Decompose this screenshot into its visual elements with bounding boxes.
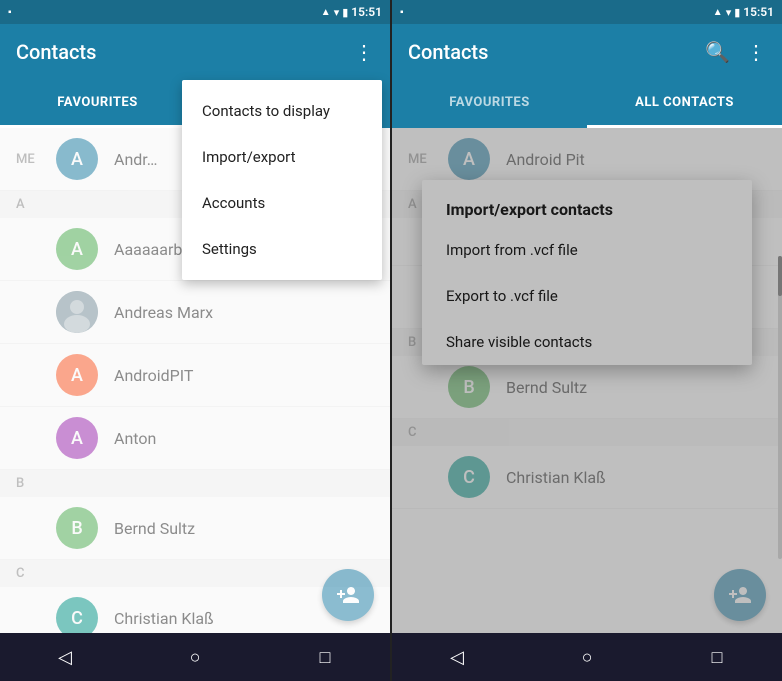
- tab-favourites-right[interactable]: FAVOURITES: [392, 80, 587, 128]
- right-tabs-bar: FAVOURITES ALL CONTACTS: [392, 80, 782, 128]
- right-app-bar: Contacts 🔍 ⋮: [392, 24, 782, 80]
- back-button-left[interactable]: ◁: [41, 633, 89, 681]
- section-header-b-left: B: [0, 470, 390, 497]
- sim-icon: ▪: [8, 7, 12, 18]
- dropdown-item-accounts[interactable]: Accounts: [182, 180, 382, 226]
- search-icon-right[interactable]: 🔍: [705, 40, 730, 64]
- contact-row-andreas[interactable]: Andreas Marx: [0, 281, 390, 344]
- more-icon[interactable]: ⋮: [354, 40, 374, 64]
- battery-icon: ▮: [342, 6, 348, 19]
- left-status-bar: ▪ ▲ ▾ ▮ 15:51: [0, 0, 390, 24]
- avatar-bernd-left: B: [56, 507, 98, 549]
- avatar-andreas: [56, 291, 98, 333]
- back-button-right[interactable]: ◁: [433, 633, 481, 681]
- right-status-bar: ▪ ▲ ▾ ▮ 15:51: [392, 0, 782, 24]
- signal-icon: ▲: [321, 7, 331, 18]
- avatar-androidpit: A: [56, 354, 98, 396]
- right-status-icons: ▪: [400, 7, 404, 18]
- recents-button-right[interactable]: □: [693, 633, 741, 681]
- left-app-bar: Contacts ⋮: [0, 24, 390, 80]
- signal-icon-right: ▲: [713, 7, 723, 18]
- left-status-icons: ▪: [8, 7, 12, 18]
- add-person-icon-left: [336, 583, 360, 607]
- right-app-title: Contacts: [408, 40, 705, 64]
- sim-icon-right: ▪: [400, 7, 404, 18]
- left-status-right: ▲ ▾ ▮ 15:51: [321, 5, 382, 19]
- left-app-title: Contacts: [16, 40, 354, 64]
- contact-row-anton-left[interactable]: A Anton: [0, 407, 390, 470]
- avatar-aaaaaarbeit: A: [56, 228, 98, 270]
- right-phone-panel: ▪ ▲ ▾ ▮ 15:51 Contacts 🔍 ⋮ FAVOURITES AL…: [392, 0, 782, 681]
- avatar-me: A: [56, 138, 98, 180]
- right-nav-bar: ◁ ○ □: [392, 633, 782, 681]
- dropdown-item-contacts-to-display[interactable]: Contacts to display: [182, 88, 382, 134]
- battery-icon-right: ▮: [734, 6, 740, 19]
- right-app-bar-icons: 🔍 ⋮: [705, 40, 766, 64]
- right-clock: 15:51: [743, 5, 774, 19]
- dropdown-item-import-export[interactable]: Import/export: [182, 134, 382, 180]
- contact-name-anton-left: Anton: [114, 429, 156, 448]
- wifi-icon-right: ▾: [726, 6, 732, 19]
- dropdown-item-settings[interactable]: Settings: [182, 226, 382, 272]
- avatar-anton-left: A: [56, 417, 98, 459]
- right-status-right: ▲ ▾ ▮ 15:51: [713, 5, 774, 19]
- contact-name-bernd-left: Bernd Sultz: [114, 519, 195, 538]
- section-me: ME: [16, 152, 40, 167]
- left-phone-panel: ▪ ▲ ▾ ▮ 15:51 Contacts ⋮ FAVOURITES ALL …: [0, 0, 390, 681]
- recents-button-left[interactable]: □: [301, 633, 349, 681]
- tab-all-contacts-right[interactable]: ALL CONTACTS: [587, 80, 782, 128]
- home-button-left[interactable]: ○: [171, 633, 219, 681]
- more-icon-right[interactable]: ⋮: [746, 40, 766, 64]
- left-nav-bar: ◁ ○ □: [0, 633, 390, 681]
- contact-name-me: Andr…: [114, 150, 157, 169]
- dialog-overlay-right: [392, 128, 782, 633]
- fab-add-contact-left[interactable]: [322, 569, 374, 621]
- left-dropdown-menu: Contacts to display Import/export Accoun…: [182, 80, 382, 280]
- avatar-christian-left: C: [56, 597, 98, 633]
- tab-favourites-left[interactable]: FAVOURITES: [0, 80, 195, 128]
- avatar-photo-andreas: [56, 291, 98, 333]
- left-app-bar-icons: ⋮: [354, 40, 374, 64]
- left-clock: 15:51: [351, 5, 382, 19]
- contact-name-androidpit: AndroidPIT: [114, 366, 193, 385]
- home-button-right[interactable]: ○: [563, 633, 611, 681]
- contact-row-androidpit[interactable]: A AndroidPIT: [0, 344, 390, 407]
- contact-name-christian-left: Christian Klaß: [114, 609, 214, 628]
- contact-name-andreas: Andreas Marx: [114, 303, 213, 322]
- contact-row-bernd-left[interactable]: B Bernd Sultz: [0, 497, 390, 560]
- wifi-icon: ▾: [334, 6, 340, 19]
